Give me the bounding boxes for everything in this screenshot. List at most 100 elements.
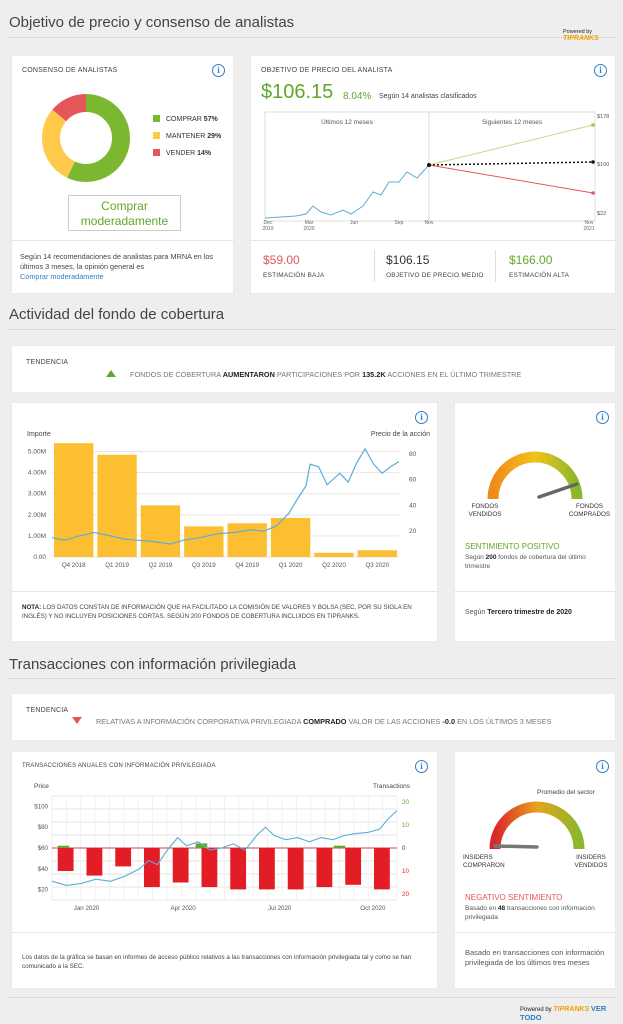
info-icon[interactable]: i: [212, 64, 225, 77]
mid-target-label: $100: [597, 162, 609, 168]
y-tick-label: 5.00M: [28, 449, 46, 456]
future-period-label: Siguientes 12 meses: [482, 119, 543, 126]
low-estimate-label: ESTIMACIÓN BAJA: [263, 272, 325, 279]
y2-tick-label: 20: [409, 528, 417, 535]
divider: [455, 591, 615, 592]
divider: [374, 250, 375, 282]
legend-buy: COMPRAR 57%: [153, 115, 221, 132]
hedge-bar: [314, 552, 354, 557]
x-tick-label: 2020: [303, 226, 314, 232]
hedge-trend-text: FONDOS DE COBERTURA AUMENTARON PARTICIPA…: [130, 370, 522, 379]
hedge-activity-card: i Importe Precio de la acción 5.00M 4.00M…: [12, 403, 437, 641]
powered-by-footer: Powered by TIPRANKS VER TODO: [520, 1004, 607, 1022]
price-target-card: OBJETIVO DE PRECIO DEL ANALISTA i $106.1…: [251, 56, 615, 293]
insider-footer: Basado en transacciones con información …: [465, 948, 605, 967]
historical-price-line: [264, 164, 430, 219]
hedge-bar: [140, 505, 181, 557]
hedge-sentiment-basis: Según 200 fondos de cobertura del último…: [465, 554, 586, 570]
hedge-sentiment-gauge: [487, 451, 583, 500]
x-tick-label: Q3 2020: [365, 562, 389, 569]
legend-swatch: [153, 149, 160, 156]
average-target-value: $106.15: [386, 253, 430, 267]
sell-bar: [230, 848, 247, 890]
sell-bar: [316, 848, 333, 888]
divider: [9, 678, 615, 679]
y2-tick-label: 80: [409, 451, 417, 458]
insider-sentiment-card: i Promedio del sector INSIDERS COMPRARON…: [455, 752, 615, 988]
low-target-line: [428, 164, 594, 194]
hedge-note: NOTA: LOS DATOS CONSTAN DE INFORMACIÓN Q…: [22, 604, 412, 620]
low-target-point: [591, 191, 595, 195]
gauge-left-label: INSIDERS COMPRARON: [463, 854, 505, 869]
y2-tick-label: 0: [402, 845, 406, 852]
section-title-insider: Transacciones con información privilegia…: [9, 656, 297, 673]
average-target-label: OBJETIVO DE PRECIO MEDIO: [386, 272, 484, 279]
low-target-label: $22: [597, 211, 606, 217]
divider: [455, 932, 615, 933]
high-estimate-label: ESTIMACIÓN ALTA: [509, 272, 570, 279]
consensus-rating-link[interactable]: Comprar moderadamente: [20, 272, 104, 281]
section-title-hedge-funds: Actividad del fondo de cobertura: [9, 306, 225, 323]
sell-bar: [345, 848, 362, 885]
hedge-bar: [184, 526, 224, 557]
legend-swatch: [153, 115, 160, 122]
tipranks-logo: TIPRANKS: [563, 35, 599, 42]
y-tick-label: 4.00M: [28, 470, 46, 477]
info-icon[interactable]: i: [594, 64, 607, 77]
info-icon[interactable]: i: [596, 411, 609, 424]
y-axis-title: Importe: [27, 431, 51, 438]
hedge-bar: [227, 523, 267, 557]
insider-sentiment-basis: Basado en 48 transacciones con informaci…: [465, 905, 595, 921]
info-icon[interactable]: i: [415, 760, 428, 773]
y2-tick-label: 20: [402, 799, 409, 806]
x-tick-label: Q2 2020: [322, 562, 346, 569]
buy-bar: [57, 845, 70, 848]
gauge-arc: [489, 801, 585, 850]
sell-bar: [172, 848, 189, 883]
x-tick-label: Q1 2020: [279, 562, 303, 569]
hedge-fund-chart: Importe Precio de la acción 5.00M 4.00M 3.…: [27, 431, 430, 569]
analyst-basis: Según 14 analistas clasificados: [379, 93, 477, 100]
y-tick-label: $40: [38, 866, 49, 873]
analyst-consensus-card: CONSENSO DE ANALISTAS i COMPRAR 57% MANT…: [12, 56, 233, 293]
y2-axis-title: Transactions: [373, 783, 411, 790]
y-tick-label: 0.00: [33, 554, 46, 561]
x-tick-label: Q2 2019: [149, 562, 173, 569]
sell-bar: [201, 848, 218, 888]
legend-swatch: [153, 132, 160, 139]
insider-transactions-card: TRANSACCIONES ANUALES CON INFORMACIÓN PR…: [12, 752, 437, 988]
divider: [251, 240, 615, 241]
upside-percent: 8.04%: [343, 91, 372, 102]
hedge-bar: [357, 550, 397, 557]
sell-bar: [259, 848, 275, 890]
gauge-arc: [487, 451, 583, 500]
consensus-legend: COMPRAR 57% MANTENER 29% VENDER 14%: [153, 115, 221, 166]
x-tick-label: 2021: [583, 226, 594, 232]
consensus-summary: Según 14 recomendaciones de analistas pa…: [20, 252, 214, 281]
legend-sell: VENDER 14%: [153, 149, 221, 166]
high-target-line: [428, 124, 594, 166]
y-tick-label: 3.00M: [28, 491, 46, 498]
insider-sentiment: NEGATIVO SENTIMIENTO: [465, 893, 563, 902]
x-tick-label: 2019: [262, 226, 273, 232]
high-target-point: [591, 123, 595, 127]
trend-label: TENDENCIA: [26, 707, 69, 714]
card-header: TRANSACCIONES ANUALES CON INFORMACIÓN PR…: [22, 763, 216, 769]
consensus-donut: [42, 94, 130, 182]
info-icon[interactable]: i: [596, 760, 609, 773]
sell-bar: [86, 848, 103, 876]
y-tick-label: $20: [38, 887, 49, 894]
consensus-rating-button[interactable]: Comprar moderadamente: [68, 195, 181, 231]
x-tick-label: Jan 2020: [74, 905, 100, 912]
y2-tick-label: 10: [402, 868, 409, 875]
x-tick-label: Nov: [425, 220, 434, 226]
insider-sentiment-gauge: [489, 801, 585, 850]
trend-label: TENDENCIA: [26, 359, 69, 366]
x-tick-label: Jun: [350, 220, 358, 226]
x-tick-label: Jul 2020: [268, 905, 292, 912]
hedge-trend-card: TENDENCIA FONDOS DE COBERTURA AUMENTARON…: [12, 346, 615, 392]
legend-hold: MANTENER 29%: [153, 132, 221, 149]
x-tick-label: Q3 2019: [192, 562, 216, 569]
divider: [9, 37, 615, 38]
insider-trend-text: RELATIVAS A INFORMACIÓN CORPORATIVA PRIV…: [96, 717, 552, 726]
